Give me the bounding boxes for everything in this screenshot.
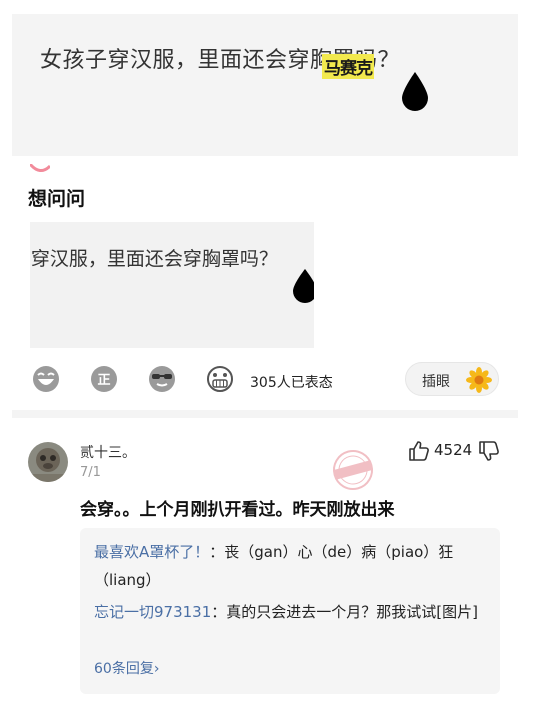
reply-author[interactable]: 最喜欢A罩杯了！ bbox=[94, 543, 209, 561]
section-divider bbox=[12, 410, 518, 418]
reply-author[interactable]: 忘记一切973131 bbox=[94, 603, 211, 621]
like-count: 4524 bbox=[434, 441, 473, 459]
comment-date: 7/1 bbox=[80, 465, 101, 480]
water-drop-icon bbox=[402, 72, 428, 111]
thumbs-down-icon[interactable] bbox=[478, 440, 500, 462]
sunglasses-emoji-icon[interactable] bbox=[148, 365, 176, 393]
reply-separator: ： bbox=[211, 603, 227, 621]
water-drop-icon bbox=[293, 269, 314, 303]
post-title-card: 女孩子穿汉服，里面还会穿胸罩吗？ 马赛克 bbox=[12, 14, 518, 156]
zheng-emoji-icon[interactable]: 正 bbox=[90, 365, 118, 393]
reaction-bar: 正 305人已表态 插眼 bbox=[30, 362, 510, 398]
avatar[interactable] bbox=[28, 442, 68, 482]
reply-text: 真的只会进去一个月？那我试试[图片] bbox=[226, 603, 478, 621]
post-image-text: -穿汉服，里面还会穿胸罩吗？ bbox=[30, 248, 278, 270]
reply-item[interactable]: 最喜欢A罩杯了！：丧（gan）心（de）病（piao）狂（liang） bbox=[94, 538, 490, 594]
comment-text: 会穿。。上个月刚扒开看过。昨天刚放出来 bbox=[80, 500, 395, 520]
reply-separator: ： bbox=[209, 543, 225, 561]
thumbs-up-icon[interactable] bbox=[408, 440, 430, 462]
reaction-count: 305人已表态 bbox=[250, 375, 333, 391]
mosaic-watermark-label: 马赛克 bbox=[322, 54, 374, 79]
grinning-emoji-icon[interactable] bbox=[206, 365, 234, 393]
section-title: 想问问 bbox=[28, 188, 86, 210]
watermark-stamp-icon bbox=[333, 450, 373, 490]
reply-item[interactable]: 忘记一切973131：真的只会进去一个月？那我试试[图片] bbox=[94, 598, 490, 626]
chayan-button[interactable]: 插眼 bbox=[405, 362, 499, 396]
pink-shape-icon bbox=[30, 164, 50, 172]
sunflower-icon bbox=[466, 367, 492, 393]
post-image[interactable]: -穿汉服，里面还会穿胸罩吗？ bbox=[30, 222, 314, 348]
comment-user-name[interactable]: 贰十三。 bbox=[80, 442, 136, 462]
reply-list: 最喜欢A罩杯了！：丧（gan）心（de）病（piao）狂（liang） 忘记一切… bbox=[80, 528, 500, 694]
chayan-label: 插眼 bbox=[422, 374, 450, 390]
svg-text:正: 正 bbox=[97, 373, 110, 388]
laughing-emoji-icon[interactable] bbox=[32, 365, 60, 393]
more-replies-link[interactable]: 60条回复› bbox=[94, 658, 159, 678]
